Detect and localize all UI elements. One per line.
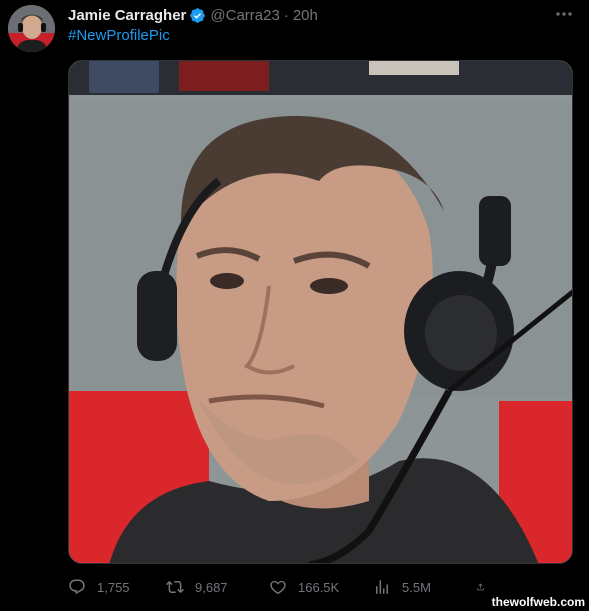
- view-count: 5.5M: [402, 579, 431, 595]
- heart-icon: [270, 580, 286, 595]
- retweet-icon: [166, 580, 184, 594]
- tweet-actions-bar: 1,755 9,687 166.5K 5.5M: [68, 576, 508, 598]
- verified-badge-icon: [189, 7, 206, 24]
- retweet-count: 9,687: [195, 579, 228, 595]
- reply-icon: [69, 579, 85, 595]
- avatar-image: [8, 5, 55, 52]
- analytics-icon: [376, 580, 388, 594]
- tweet-header: Jamie Carragher @Carra23 · 20h: [68, 5, 549, 25]
- author-avatar[interactable]: [8, 5, 55, 52]
- share-icon: [477, 583, 484, 591]
- tweet-photo[interactable]: [68, 60, 573, 564]
- reply-count: 1,755: [97, 579, 130, 595]
- views-button[interactable]: 5.5M: [373, 578, 476, 596]
- tweet-hashtag-link[interactable]: #NewProfilePic: [68, 27, 170, 44]
- watermark: thewolfweb.com: [491, 595, 585, 609]
- more-horizontal-icon[interactable]: [555, 6, 573, 22]
- like-count: 166.5K: [298, 579, 340, 595]
- retweet-button[interactable]: 9,687: [166, 578, 269, 596]
- photo-image: [69, 61, 572, 563]
- share-button[interactable]: [476, 578, 496, 596]
- tweet-timestamp[interactable]: 20h: [293, 7, 318, 24]
- author-name[interactable]: Jamie Carragher: [68, 7, 186, 24]
- separator-dot: ·: [283, 6, 289, 24]
- author-handle[interactable]: @Carra23: [210, 7, 279, 24]
- tweet[interactable]: Jamie Carragher @Carra23 · 20h #NewProfi…: [0, 0, 589, 611]
- reply-button[interactable]: 1,755: [68, 578, 166, 596]
- like-button[interactable]: 166.5K: [269, 578, 373, 596]
